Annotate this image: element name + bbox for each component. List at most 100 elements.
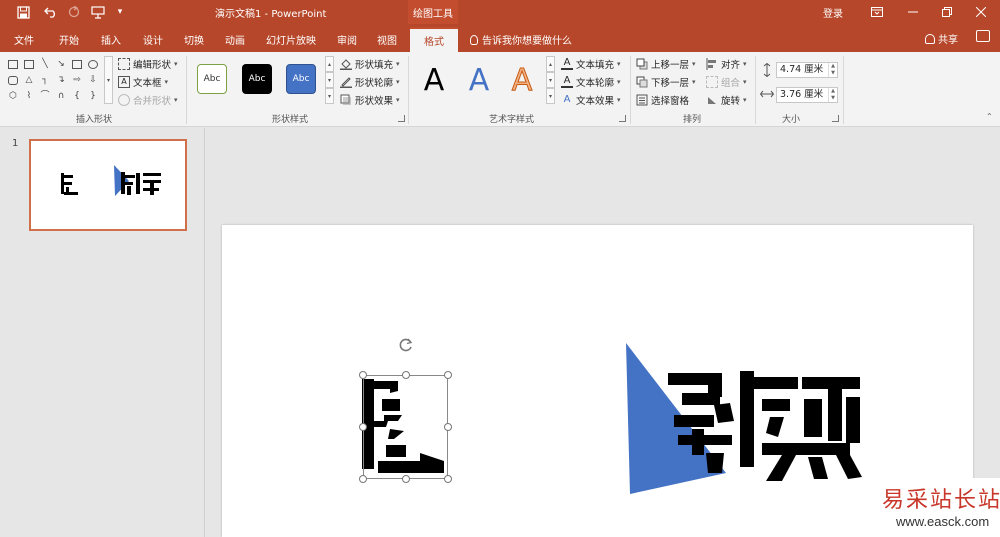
resize-handle-right[interactable] [444,423,452,431]
resize-handle-left[interactable] [359,423,367,431]
shape-fill-button[interactable]: 形状填充 ▾ [340,56,400,72]
tab-animations[interactable]: 动画 [225,32,245,47]
text-fill-button[interactable]: A 文本填充 ▾ [561,56,621,72]
align-button[interactable]: 对齐 ▾ [706,56,747,72]
tab-transitions[interactable]: 切换 [184,32,204,47]
slide-thumbnail[interactable] [29,139,187,231]
textbox-shape-icon[interactable] [8,60,18,69]
shape-height-field[interactable]: 4.74 厘米 ▲ ▼ [776,62,838,78]
tab-design[interactable]: 设计 [143,32,163,47]
share-button[interactable]: 共享 [925,31,958,46]
elbow-connector-shape-icon[interactable]: ┐ [40,76,50,85]
save-icon[interactable] [14,4,32,20]
restore-icon[interactable] [932,2,962,22]
gallery-scroll-down[interactable]: ▾ [325,72,334,88]
wordart-scroll-up[interactable]: ▴ [546,56,555,72]
oval-shape-icon[interactable] [88,60,98,69]
tab-format[interactable]: 格式 [410,27,458,52]
dialog-launcher-icon[interactable] [619,115,626,122]
text-outline-button[interactable]: A 文本轮廓 ▾ [561,74,621,90]
shapes-gallery[interactable]: ╲ ↘ △ ┐ ↴ ⇨ ⇩ ⬡ ⌇ ⌒ ∩ { } [6,56,102,108]
arrow-shape-icon[interactable]: ↘ [56,60,66,69]
text-effects-icon: A [563,94,571,105]
resize-handle-top-right[interactable] [444,371,452,379]
tab-review[interactable]: 审阅 [337,32,357,47]
rotate-button[interactable]: 旋转 ▾ [706,92,747,108]
rectangle-shape-icon[interactable] [72,60,82,69]
ribbon-display-options-icon[interactable] [862,2,892,22]
height-spinner[interactable]: ▲ ▼ [828,63,837,77]
chevron-down-icon: ▾ [743,60,747,68]
ribbon: ╲ ↘ △ ┐ ↴ ⇨ ⇩ ⬡ ⌇ ⌒ ∩ { } ▾ 编辑形状 ▾ A 文本框 ▾ … [0,52,1000,127]
wordart-style-blue[interactable]: A [459,60,499,100]
send-backward-icon [636,76,648,88]
hexagon-shape-icon[interactable]: ⬡ [8,92,18,101]
resize-handle-bottom[interactable] [402,475,410,483]
merge-shapes-button[interactable]: 合并形状 ▾ [118,92,178,108]
resize-handle-top-left[interactable] [359,371,367,379]
shape-style-white[interactable]: Abc [197,64,227,94]
edit-shape-button[interactable]: 编辑形状 ▾ [118,56,178,72]
brace-right-shape-icon[interactable]: } [88,92,98,101]
right-arrow-shape-icon[interactable]: ⇨ [72,76,82,85]
wordart-style-black[interactable]: A [414,60,454,100]
down-arrow-shape-icon[interactable]: ⇩ [88,76,98,85]
shape-style-black[interactable]: Abc [242,64,272,94]
wordart-style-orange[interactable]: A [502,60,542,100]
tab-home[interactable]: 开始 [59,32,79,47]
rotate-handle-icon[interactable] [398,337,414,353]
group-separator [630,56,631,124]
selection-box [363,375,448,479]
shape-effects-button[interactable]: 形状效果 ▾ [340,92,400,108]
gallery-scroll-up[interactable]: ▴ [325,56,334,72]
line-shape-icon[interactable]: ╲ [40,60,50,69]
tell-me-search[interactable]: 告诉我你想要做什么 [470,32,572,47]
shape-outline-button[interactable]: 形状轮廓 ▾ [340,74,400,90]
login-link[interactable]: 登录 [823,5,843,20]
width-spinner[interactable]: ▲ ▼ [828,88,837,102]
text-effects-button[interactable]: A 文本效果 ▾ [561,92,621,108]
shape-style-blue[interactable]: Abc [286,64,316,94]
wordart-scroll-down[interactable]: ▾ [546,72,555,88]
group-separator [186,56,187,124]
collapse-ribbon-icon[interactable]: ⌃ [986,112,993,121]
tab-insert[interactable]: 插入 [101,32,121,47]
resize-handle-bottom-right[interactable] [444,475,452,483]
send-backward-button[interactable]: 下移一层 ▾ [636,74,696,90]
rounded-rectangle-shape-icon[interactable] [8,76,18,85]
close-icon[interactable] [966,2,996,22]
chevron-down-icon: ▾ [617,78,621,86]
triangle-shape-icon[interactable]: △ [24,76,34,85]
resize-handle-bottom-left[interactable] [359,475,367,483]
elbow-arrow-shape-icon[interactable]: ↴ [56,76,66,85]
comment-icon[interactable] [976,30,990,42]
arc-shape-icon[interactable]: ∩ [56,92,66,101]
present-from-beginning-icon[interactable] [88,4,108,20]
gallery-more-button[interactable]: ▾ [325,88,334,104]
bring-forward-button[interactable]: 上移一层 ▾ [636,56,696,72]
tab-file[interactable]: 文件 [14,32,34,47]
dialog-launcher-icon[interactable] [832,115,839,122]
shape-width-field[interactable]: 3.76 厘米 ▲ ▼ [776,87,838,103]
vertical-textbox-shape-icon[interactable] [24,60,34,69]
freeform-shape-icon[interactable]: ⌇ [24,92,34,101]
curve-shape-icon[interactable]: ⌒ [40,92,50,101]
torn-text-artwork[interactable] [622,337,872,497]
minimize-icon[interactable] [898,2,928,22]
shapes-gallery-more-button[interactable]: ▾ [104,56,113,104]
redo-icon[interactable] [64,4,84,20]
undo-icon[interactable] [40,4,62,20]
tab-slideshow[interactable]: 幻灯片放映 [266,32,316,47]
drawing-tools-context-label: 绘图工具 [408,0,458,24]
share-label: 共享 [938,35,958,46]
brace-shape-icon[interactable]: { [72,92,82,101]
customize-quick-access-icon[interactable]: ▾ [114,4,126,20]
resize-handle-top[interactable] [402,371,410,379]
tab-view[interactable]: 视图 [377,32,397,47]
group-button[interactable]: 组合 ▾ [706,74,747,90]
slide-canvas[interactable] [222,225,973,537]
selection-pane-button[interactable]: 选择窗格 [636,92,689,108]
text-box-button[interactable]: A 文本框 ▾ [118,74,168,90]
wordart-more-button[interactable]: ▾ [546,88,555,104]
dialog-launcher-icon[interactable] [398,115,405,122]
